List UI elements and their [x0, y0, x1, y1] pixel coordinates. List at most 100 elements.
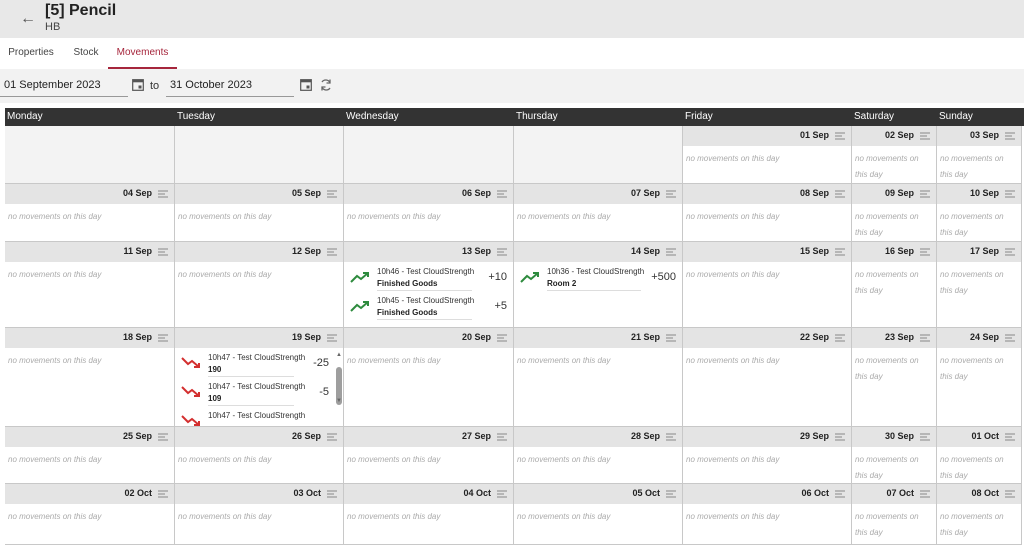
no-movements-text: no movements on this day — [178, 512, 272, 521]
movement-quantity: -5 — [319, 386, 329, 398]
list-icon[interactable] — [920, 248, 930, 256]
calendar-cell: 11 Sep no movements on this day — [5, 242, 175, 328]
tab-bar: Properties Stock Movements — [0, 38, 1024, 69]
calendar-icon[interactable] — [300, 78, 312, 91]
list-icon[interactable] — [158, 433, 168, 441]
list-icon[interactable] — [666, 190, 676, 198]
no-movements-text: no movements on this day — [940, 154, 1004, 179]
cell-header: 29 Sep — [683, 427, 851, 447]
cell-header: 11 Sep — [5, 242, 174, 262]
cell-header: 03 Sep — [937, 126, 1021, 146]
list-icon[interactable] — [835, 490, 845, 498]
movement-title: 10h46 - Test CloudStrength — [377, 267, 475, 276]
movement-location: 109 — [208, 394, 222, 403]
list-icon[interactable] — [1005, 190, 1015, 198]
list-icon[interactable] — [1005, 334, 1015, 342]
list-icon[interactable] — [497, 334, 507, 342]
calendar-cell: 04 Oct no movements on this day — [344, 484, 514, 545]
movement-item[interactable]: 10h47 - Test CloudStrength — [181, 409, 329, 426]
refresh-icon[interactable] — [319, 78, 333, 92]
cell-header: 04 Oct — [344, 484, 513, 504]
list-icon[interactable] — [666, 334, 676, 342]
list-icon[interactable] — [1005, 132, 1015, 140]
cell-header: 05 Sep — [175, 184, 343, 204]
list-icon[interactable] — [327, 190, 337, 198]
scroll-down-icon[interactable]: ▼ — [336, 398, 342, 404]
calendar-cell: 07 Sep no movements on this day — [514, 184, 683, 242]
no-movements-text: no movements on this day — [855, 212, 919, 237]
movement-item[interactable]: 10h47 - Test CloudStrength 190 -25 — [181, 351, 329, 379]
list-icon[interactable] — [920, 132, 930, 140]
movement-quantity: +500 — [651, 271, 676, 283]
movement-item[interactable]: 10h46 - Test CloudStrength Finished Goods… — [350, 265, 507, 293]
no-movements-text: no movements on this day — [855, 512, 919, 537]
no-movements-text: no movements on this day — [517, 212, 611, 221]
list-icon[interactable] — [497, 248, 507, 256]
list-icon[interactable] — [327, 433, 337, 441]
list-icon[interactable] — [497, 190, 507, 198]
no-movements-text: no movements on this day — [855, 270, 919, 295]
from-date-input[interactable]: 01 September 2023 — [0, 75, 128, 97]
list-icon[interactable] — [158, 490, 168, 498]
cell-header: 02 Oct — [5, 484, 174, 504]
cell-header: 08 Sep — [683, 184, 851, 204]
list-icon[interactable] — [920, 490, 930, 498]
list-icon[interactable] — [158, 334, 168, 342]
movement-item[interactable]: 10h36 - Test CloudStrength Room 2 +500 — [520, 265, 676, 293]
tab-movements[interactable]: Movements — [108, 38, 177, 69]
list-icon[interactable] — [835, 248, 845, 256]
calendar-cell: 04 Sep no movements on this day — [5, 184, 175, 242]
list-icon[interactable] — [835, 190, 845, 198]
no-movements-text: no movements on this day — [178, 212, 272, 221]
list-icon[interactable] — [327, 248, 337, 256]
list-icon[interactable] — [835, 132, 845, 140]
no-movements-text: no movements on this day — [517, 455, 611, 464]
list-icon[interactable] — [497, 490, 507, 498]
no-movements-text: no movements on this day — [8, 455, 102, 464]
list-icon[interactable] — [835, 334, 845, 342]
list-icon[interactable] — [666, 433, 676, 441]
list-icon[interactable] — [158, 190, 168, 198]
calendar-cell: 06 Sep no movements on this day — [344, 184, 514, 242]
cell-date: 16 Sep — [884, 246, 914, 256]
no-movements-text: no movements on this day — [347, 212, 441, 221]
list-icon[interactable] — [327, 490, 337, 498]
cell-header: 01 Oct — [937, 427, 1021, 447]
list-icon[interactable] — [920, 334, 930, 342]
calendar-cell: 02 Sep no movements on this day — [852, 126, 937, 184]
cell-header: 10 Sep — [937, 184, 1021, 204]
movement-item[interactable]: 10h45 - Test CloudStrength Finished Goods… — [350, 294, 507, 322]
list-icon[interactable] — [158, 248, 168, 256]
tab-stock[interactable]: Stock — [64, 38, 108, 69]
date-filter-bar: 01 September 2023 to 31 October 2023 — [0, 69, 1024, 103]
cell-header: 09 Sep — [852, 184, 936, 204]
list-icon[interactable] — [920, 190, 930, 198]
cell-date: 04 Oct — [463, 488, 491, 498]
movement-location: Finished Goods — [377, 279, 438, 288]
cell-header: 08 Oct — [937, 484, 1021, 504]
scroll-up-icon[interactable]: ▲ — [336, 352, 342, 358]
list-icon[interactable] — [835, 433, 845, 441]
movement-quantity: +10 — [488, 271, 507, 283]
back-arrow-icon[interactable]: ← — [18, 9, 38, 29]
no-movements-text: no movements on this day — [855, 154, 919, 179]
cell-header: 27 Sep — [344, 427, 513, 447]
cell-scrollbar[interactable]: ▲ ▼ — [336, 352, 342, 405]
tab-properties[interactable]: Properties — [0, 38, 62, 69]
list-icon[interactable] — [497, 433, 507, 441]
list-icon[interactable] — [666, 248, 676, 256]
to-date-input[interactable]: 31 October 2023 — [166, 75, 294, 97]
cell-date: 19 Sep — [291, 332, 321, 342]
calendar-cell: 27 Sep no movements on this day — [344, 427, 514, 484]
list-icon[interactable] — [666, 490, 676, 498]
cell-date: 08 Sep — [799, 188, 829, 198]
list-icon[interactable] — [327, 334, 337, 342]
movement-item[interactable]: 10h47 - Test CloudStrength 109 -5 — [181, 380, 329, 408]
calendar-icon[interactable] — [132, 78, 144, 91]
list-icon[interactable] — [1005, 248, 1015, 256]
list-icon[interactable] — [920, 433, 930, 441]
list-icon[interactable] — [1005, 433, 1015, 441]
cell-date: 30 Sep — [884, 431, 914, 441]
list-icon[interactable] — [1005, 490, 1015, 498]
cell-header: 28 Sep — [514, 427, 682, 447]
